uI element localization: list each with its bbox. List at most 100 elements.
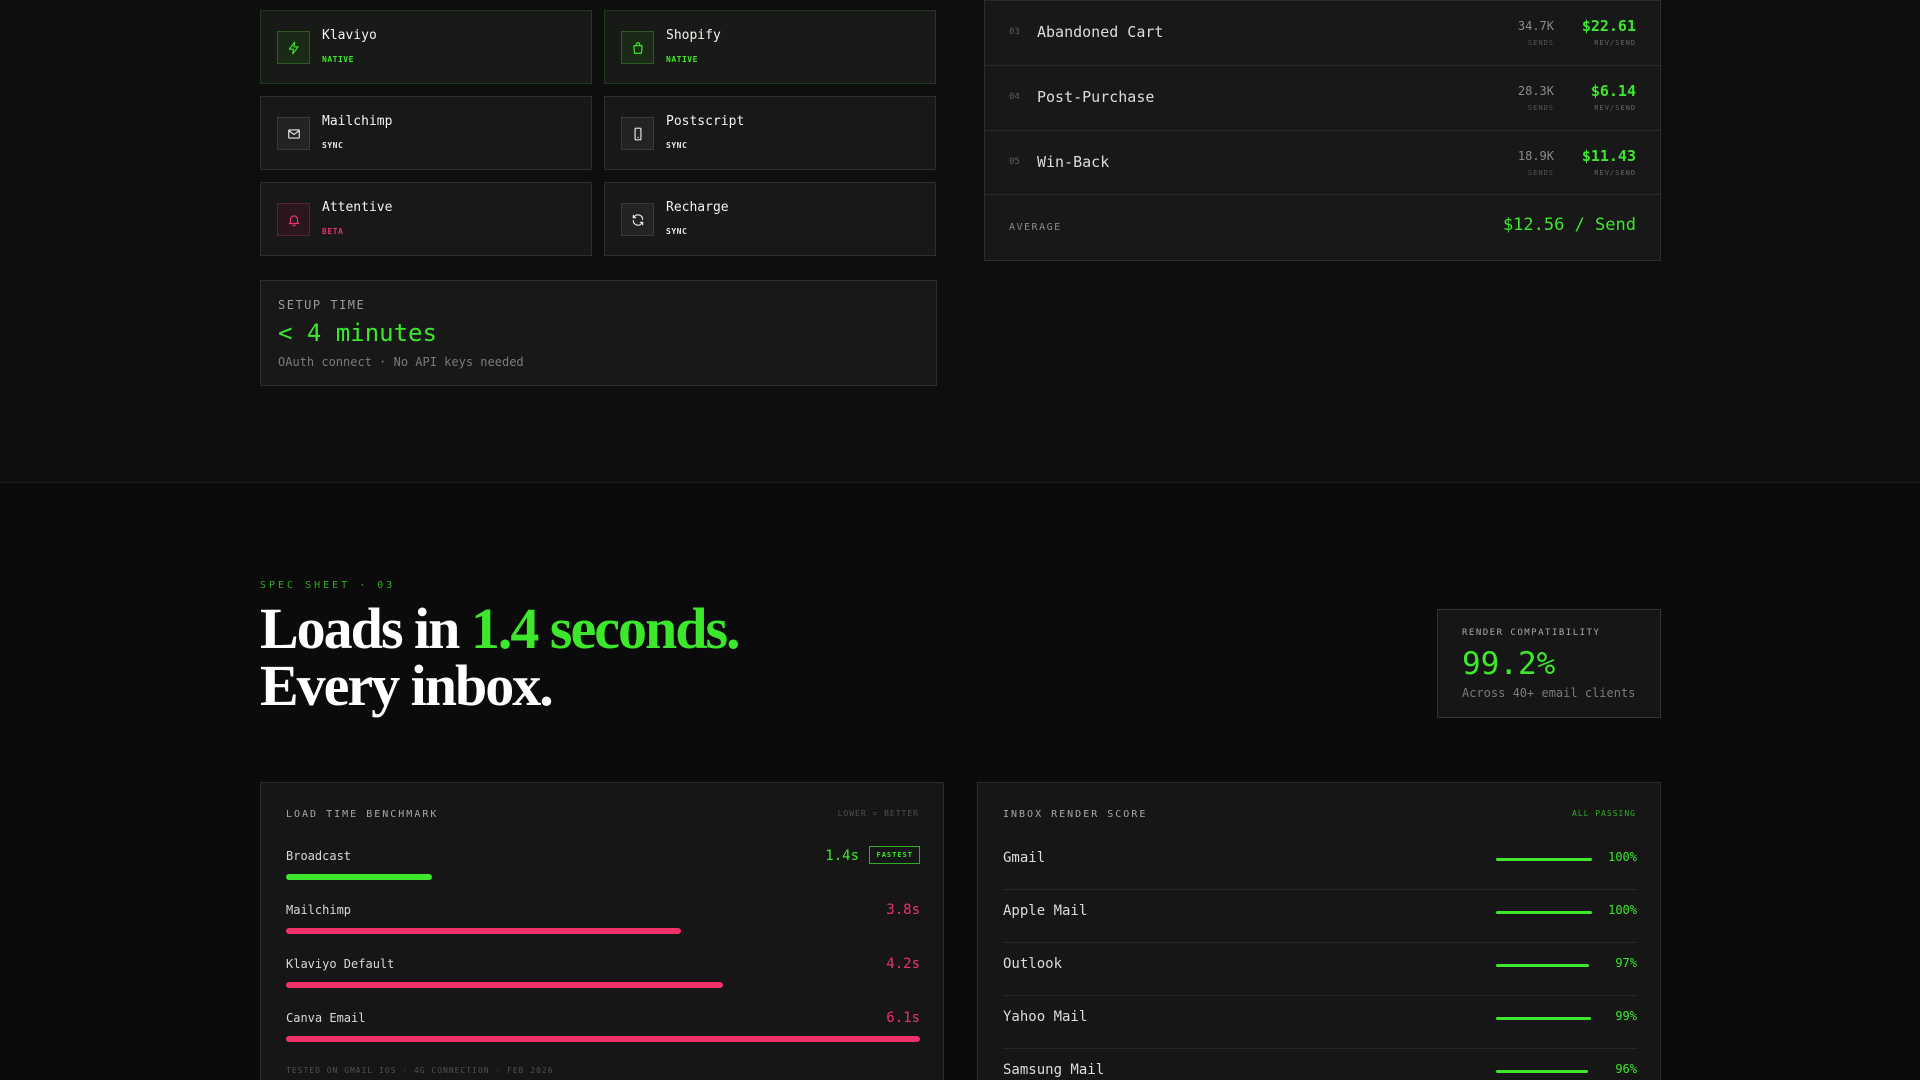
- integration-card-attentive[interactable]: Attentive BETA: [260, 182, 592, 256]
- score-title: INBOX RENDER SCORE: [1003, 809, 1148, 820]
- setup-time-card: SETUP TIME < 4 minutes OAuth connect · N…: [260, 280, 937, 386]
- integration-name: Recharge: [666, 200, 729, 215]
- benchmark-track: [286, 874, 920, 880]
- score-bar: [1496, 1070, 1589, 1073]
- flow-sends-label: SENDS: [1527, 104, 1554, 112]
- score-track: [1496, 1070, 1592, 1073]
- section-divider: [0, 482, 1920, 483]
- benchmark-tag: LOWER = BETTER: [837, 809, 919, 818]
- integration-card-mailchimp[interactable]: Mailchimp SYNC: [260, 96, 592, 170]
- flow-sends: 34.7K: [1517, 19, 1554, 33]
- flow-name: Win-Back: [1037, 153, 1110, 171]
- flow-name: Post-Purchase: [1037, 88, 1155, 106]
- flow-rev-per-send: $22.61: [1581, 17, 1636, 35]
- score-row: Samsung Mail 96%: [1003, 1049, 1637, 1080]
- email-client-name: Apple Mail: [1003, 903, 1088, 919]
- flow-rev-label: REV/SEND: [1594, 104, 1636, 112]
- score-row: Yahoo Mail 99%: [1003, 996, 1637, 1049]
- score-bar: [1496, 911, 1592, 914]
- score-value: 99%: [1615, 1009, 1637, 1023]
- setup-time-value: < 4 minutes: [278, 319, 437, 347]
- load-time-benchmark-panel: LOAD TIME BENCHMARK LOWER = BETTER Broad…: [260, 782, 944, 1080]
- shopping-bag-icon: [621, 31, 654, 64]
- integration-badge: NATIVE: [322, 55, 354, 64]
- benchmark-row: Mailchimp 3.8s: [286, 902, 920, 943]
- benchmark-title: LOAD TIME BENCHMARK: [286, 809, 439, 820]
- integrations-section: Klaviyo NATIVE Shopify NATIVE Mailchimp …: [0, 0, 1920, 482]
- score-value: 96%: [1615, 1062, 1637, 1076]
- setup-time-note: OAuth connect · No API keys needed: [278, 355, 524, 369]
- integration-card-postscript[interactable]: Postscript SYNC: [604, 96, 936, 170]
- benchmark-name: Canva Email: [286, 1011, 366, 1025]
- benchmark-name: Broadcast: [286, 849, 352, 863]
- benchmark-track: [286, 928, 920, 934]
- benchmark-value: 1.4s: [825, 848, 859, 864]
- integration-badge: BETA: [322, 227, 344, 236]
- benchmark-value: 4.2s: [886, 956, 920, 972]
- integration-name: Klaviyo: [322, 28, 377, 43]
- benchmark-bar: [286, 874, 432, 880]
- score-value: 97%: [1615, 956, 1637, 970]
- score-bar: [1496, 858, 1592, 861]
- benchmark-row: Broadcast 1.4s FASTEST: [286, 846, 920, 889]
- benchmark-value: 3.8s: [886, 902, 920, 918]
- benchmark-footnote: TESTED ON GMAIL IOS · 4G CONNECTION · FE…: [286, 1066, 554, 1075]
- inbox-render-score-panel: INBOX RENDER SCORE ALL PASSING Gmail 100…: [977, 782, 1661, 1080]
- flow-row[interactable]: 03 Abandoned Cart 34.7K SENDS $22.61 REV…: [985, 0, 1660, 65]
- score-track: [1496, 964, 1592, 967]
- flows-revenue-card: 03 Abandoned Cart 34.7K SENDS $22.61 REV…: [984, 0, 1661, 261]
- flow-number: 05: [1009, 157, 1020, 167]
- bell-icon: [277, 203, 310, 236]
- score-bar: [1496, 964, 1590, 967]
- flow-rev-label: REV/SEND: [1594, 169, 1636, 177]
- flow-sends-label: SENDS: [1527, 39, 1554, 47]
- score-bar: [1496, 1017, 1592, 1020]
- score-value: 100%: [1608, 903, 1637, 917]
- flow-sends: 28.3K: [1517, 84, 1554, 98]
- setup-time-label: SETUP TIME: [278, 298, 366, 312]
- flow-sends: 18.9K: [1517, 149, 1554, 163]
- flow-row[interactable]: 05 Win-Back 18.9K SENDS $11.43 REV/SEND: [985, 130, 1660, 195]
- integration-badge: SYNC: [666, 227, 688, 236]
- score-row: Gmail 100%: [1003, 837, 1637, 890]
- fastest-badge: FASTEST: [869, 846, 920, 864]
- score-track: [1496, 911, 1592, 914]
- email-client-name: Outlook: [1003, 956, 1063, 972]
- render-compat-note: Across 40+ email clients: [1462, 686, 1636, 700]
- headline-part-a: Loads in: [260, 596, 471, 661]
- benchmark-bar: [286, 1036, 920, 1042]
- benchmark-name: Mailchimp: [286, 903, 352, 917]
- flow-sends-label: SENDS: [1527, 169, 1554, 177]
- flow-average-row: AVERAGE $12.56 / Send: [985, 194, 1660, 260]
- render-compat-value: 99.2%: [1462, 646, 1556, 682]
- score-row: Apple Mail 100%: [1003, 890, 1637, 943]
- integration-card-recharge[interactable]: Recharge SYNC: [604, 182, 936, 256]
- spec-headline: Loads in 1.4 seconds. Every inbox.: [260, 600, 741, 715]
- score-row: Outlook 97%: [1003, 943, 1637, 996]
- flow-name: Abandoned Cart: [1037, 23, 1164, 41]
- score-tag: ALL PASSING: [1572, 809, 1636, 818]
- integration-card-shopify[interactable]: Shopify NATIVE: [604, 10, 936, 84]
- benchmark-value: 6.1s: [886, 1010, 920, 1026]
- headline-part-b: Every inbox.: [260, 653, 554, 718]
- integration-card-klaviyo[interactable]: Klaviyo NATIVE: [260, 10, 592, 84]
- score-value: 100%: [1608, 850, 1637, 864]
- benchmark-track: [286, 1036, 920, 1042]
- score-track: [1496, 858, 1592, 861]
- average-label: AVERAGE: [1009, 222, 1062, 233]
- flow-rev-per-send: $11.43: [1581, 147, 1636, 165]
- integration-badge: SYNC: [666, 141, 688, 150]
- flow-row[interactable]: 04 Post-Purchase 28.3K SENDS $6.14 REV/S…: [985, 65, 1660, 130]
- email-client-name: Yahoo Mail: [1003, 1009, 1088, 1025]
- average-value: $12.56 / Send: [1502, 215, 1636, 235]
- benchmark-name: Klaviyo Default: [286, 957, 395, 971]
- flow-rev-per-send: $6.14: [1590, 82, 1636, 100]
- render-compatibility-card: RENDER COMPATIBILITY 99.2% Across 40+ em…: [1437, 609, 1661, 718]
- render-compat-label: RENDER COMPATIBILITY: [1462, 628, 1601, 638]
- integration-badge: NATIVE: [666, 55, 698, 64]
- score-track: [1496, 1017, 1592, 1020]
- spec-sheet-eyebrow: SPEC SHEET · 03: [260, 580, 396, 591]
- bolt-icon: [277, 31, 310, 64]
- refresh-icon: [621, 203, 654, 236]
- integration-name: Mailchimp: [322, 114, 393, 129]
